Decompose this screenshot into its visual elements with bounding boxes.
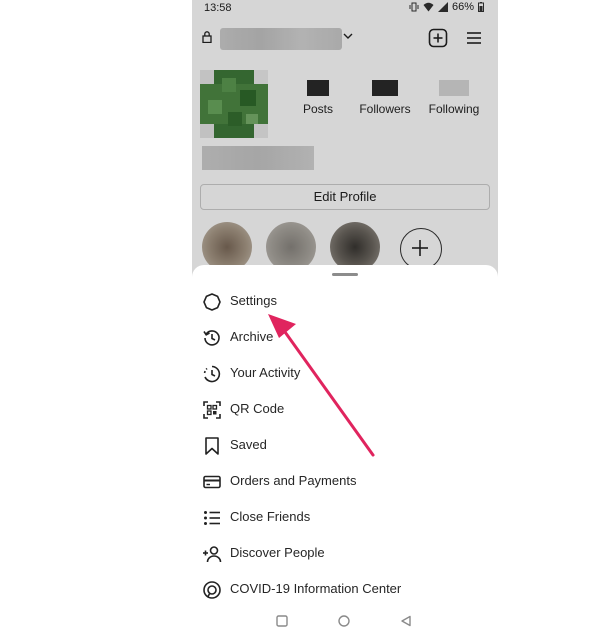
annotation-arrow <box>268 314 375 457</box>
